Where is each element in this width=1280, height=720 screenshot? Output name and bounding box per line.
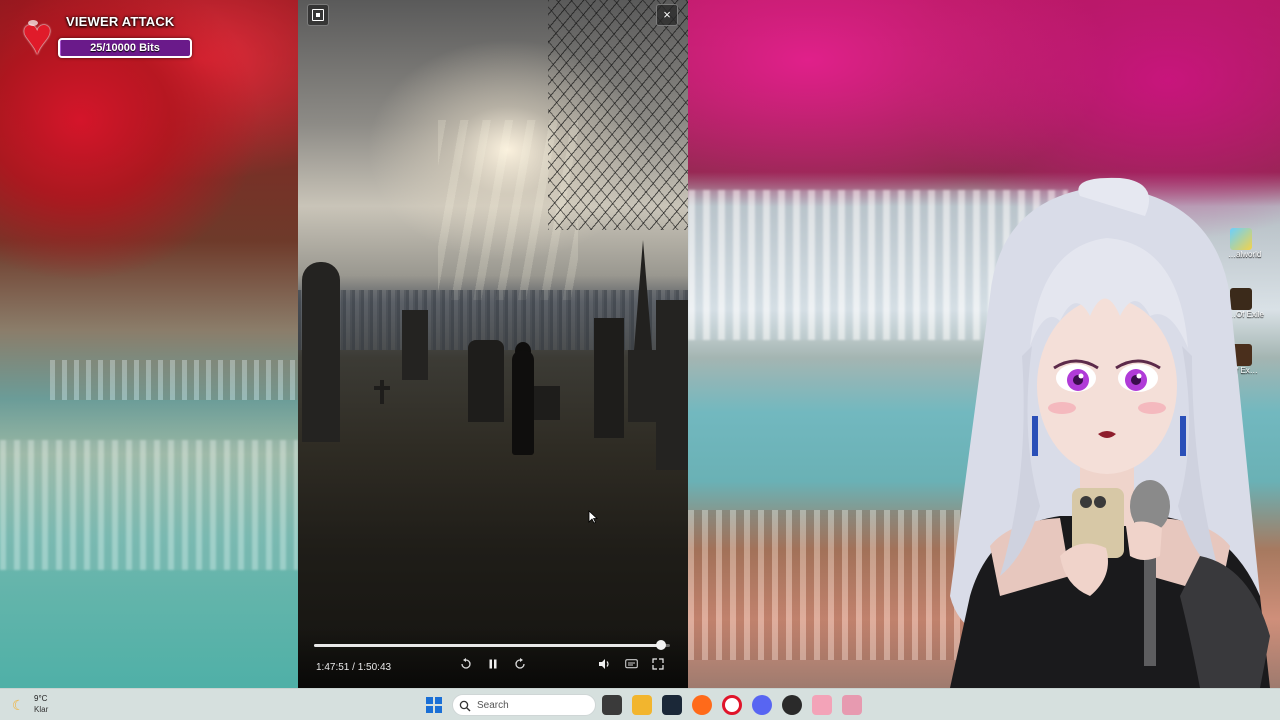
- pause-icon: [489, 659, 497, 669]
- close-button[interactable]: ×: [656, 4, 678, 26]
- waterfall-lower: [0, 440, 298, 570]
- video-player[interactable]: × 1:47:51 / 1:50:43: [298, 0, 688, 688]
- search-icon: [459, 699, 471, 712]
- windows-logo-pane: [426, 706, 433, 713]
- viewer-attack-title: VIEWER ATTACK: [66, 14, 175, 29]
- taskbar-search[interactable]: Search: [452, 694, 596, 716]
- heart-app-icon[interactable]: [812, 695, 832, 715]
- weather-temperature: 9°C: [34, 694, 48, 703]
- forward-button[interactable]: [512, 658, 528, 674]
- rewind-button[interactable]: [458, 658, 474, 674]
- video-frame: [298, 0, 688, 688]
- gothic-monument: [302, 262, 340, 442]
- cross-gravestone: [594, 318, 624, 438]
- seek-bar-fill: [314, 644, 661, 647]
- file-explorer-app-icon[interactable]: [632, 695, 652, 715]
- captions-button[interactable]: [623, 658, 639, 674]
- heart-shine: [28, 20, 38, 26]
- obs-app-icon[interactable]: [782, 695, 802, 715]
- start-button[interactable]: [426, 697, 442, 713]
- fullscreen-button[interactable]: [650, 658, 666, 674]
- seek-bar-thumb[interactable]: [655, 640, 666, 650]
- tall-monument: [656, 300, 688, 470]
- gravestone: [532, 386, 560, 420]
- cross-monument: [402, 310, 428, 380]
- mini-player-icon: [312, 9, 324, 21]
- seek-bar[interactable]: [314, 640, 670, 650]
- discord-app-icon[interactable]: [752, 695, 772, 715]
- small-cross-arm: [374, 386, 390, 390]
- obelisk-spire: [634, 240, 652, 350]
- gravestone: [468, 340, 504, 422]
- waterfall-upper: [50, 360, 298, 400]
- rewind-icon: [461, 658, 471, 669]
- windows-logo-icon: [426, 697, 433, 704]
- fullscreen-icon: [652, 658, 664, 670]
- bits-progress-text: 25/10000 Bits: [90, 42, 160, 54]
- steam-app-icon[interactable]: [662, 695, 682, 715]
- bare-tree: [548, 0, 688, 230]
- vtuber-avatar: [950, 177, 1270, 688]
- cursor-icon: [588, 510, 598, 524]
- close-icon: ×: [663, 7, 671, 22]
- volume-button[interactable]: [596, 658, 612, 674]
- volume-icon: [598, 659, 609, 669]
- standing-figure: [512, 350, 534, 455]
- small-cross: [380, 380, 384, 404]
- search-placeholder: Search: [477, 700, 509, 711]
- wallpaper-left-waterfall: [0, 0, 298, 688]
- moon-icon: ☾: [12, 697, 25, 713]
- captions-icon: [624, 659, 638, 669]
- taskbar: ☾ 9°C Klar Search: [0, 688, 1280, 720]
- weather-condition: Klar: [34, 705, 49, 714]
- mini-player-button[interactable]: [307, 4, 329, 26]
- bits-progress-bar: 25/10000 Bits: [58, 38, 192, 58]
- pink-app-icon[interactable]: [842, 695, 862, 715]
- opera-app-icon[interactable]: [722, 695, 742, 715]
- windows-logo-pane: [435, 706, 442, 713]
- task-view-app-icon[interactable]: [602, 695, 622, 715]
- heart-icon: ♥: [21, 8, 53, 66]
- player-controls: 1:47:51 / 1:50:43: [298, 628, 688, 688]
- viewer-attack-widget: ♥ VIEWER ATTACK 25/10000 Bits: [8, 8, 192, 63]
- firefox-app-icon[interactable]: [692, 695, 712, 715]
- pause-button[interactable]: [485, 658, 501, 674]
- playback-time: 1:47:51 / 1:50:43: [316, 662, 392, 673]
- obelisk-base: [628, 350, 658, 422]
- windows-logo-pane: [435, 697, 442, 704]
- forward-icon: [515, 658, 525, 669]
